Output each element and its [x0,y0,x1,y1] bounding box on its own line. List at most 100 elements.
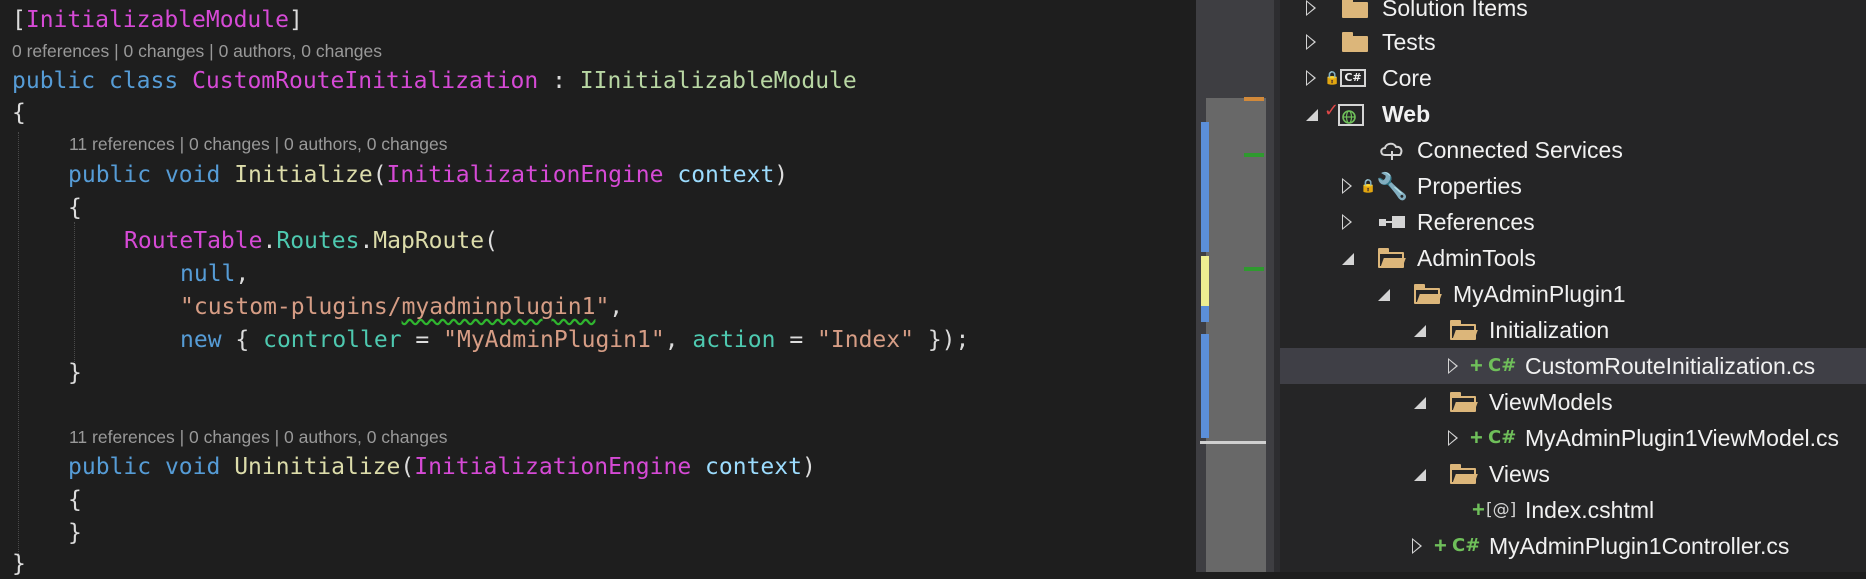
uninitialize-brace-close[interactable]: } [68,518,82,548]
solution-explorer[interactable]: Solution Items Tests 🔒 C# Core ✓ Web Con… [1280,0,1866,572]
added-indicator: + [1470,425,1483,450]
change-marker [1201,256,1209,306]
wrench-icon: 🔧 [1376,171,1409,201]
codelens-class[interactable]: 0 references | 0 changes | 0 authors, 0 … [12,39,382,63]
method-name: Initialize [234,162,373,188]
folder-icon [1342,0,1368,18]
open-folder-icon [1450,392,1478,412]
csharp-file-icon: C# [1452,535,1481,556]
csharp-file-icon: C# [1488,427,1517,448]
change-marker [1201,334,1209,438]
tree-item-label: Solution Items [1382,0,1528,21]
tree-item-label: Properties [1417,173,1522,199]
expand-arrow-icon[interactable] [1306,0,1316,16]
caret-position-marker [1200,441,1266,444]
collapse-arrow-icon[interactable] [1378,289,1390,301]
tree-item-label: Initialization [1489,317,1610,343]
green-marker [1244,153,1264,157]
maproute-call[interactable]: RouteTable.Routes.MapRoute( [124,226,498,256]
tree-item-label: References [1417,209,1535,235]
collapse-arrow-icon[interactable] [1414,397,1426,409]
tree-item-customrouteinitialization[interactable]: + C# CustomRouteInitialization.cs [1280,348,1866,384]
tree-item-viewmodels[interactable]: ViewModels [1280,384,1866,420]
tree-item-label: Core [1382,65,1432,91]
tree-item-solution-items[interactable]: Solution Items [1280,0,1866,26]
checkmark-icon: ✓ [1324,100,1340,120]
codelens-uninitialize[interactable]: 11 references | 0 changes | 0 authors, 0… [69,425,447,449]
codelens-initialize[interactable]: 11 references | 0 changes | 0 authors, 0… [69,132,447,156]
collapse-arrow-icon[interactable] [1306,109,1318,121]
added-indicator: + [1434,533,1447,558]
class-brace-open[interactable]: { [12,98,26,128]
razor-file-icon: [@] [1486,500,1517,520]
expand-arrow-icon[interactable] [1412,538,1422,554]
tree-item-references[interactable]: References [1280,204,1866,240]
tree-item-label: MyAdminPlugin1ViewModel.cs [1525,425,1840,451]
references-icon [1379,216,1405,228]
class-declaration[interactable]: public class CustomRouteInitialization :… [12,66,857,96]
web-project-icon [1338,104,1364,126]
tree-item-controller-file[interactable]: + C# MyAdminPlugin1Controller.cs [1280,528,1866,564]
arg-url[interactable]: "custom-plugins/myadminplugin1", [180,292,623,322]
lock-icon: 🔒 [1324,70,1341,85]
tree-item-label: Connected Services [1417,137,1623,163]
open-folder-icon [1414,284,1442,304]
tree-item-tests[interactable]: Tests [1280,24,1866,60]
spelling-squiggle: myadminplugin1 [401,294,596,320]
initialize-declaration[interactable]: public void Initialize(InitializationEng… [68,160,788,190]
attribute-name[interactable]: InitializableModule [26,7,289,33]
expand-arrow-icon[interactable] [1448,430,1458,446]
tree-item-label: ViewModels [1489,389,1613,415]
collapse-arrow-icon[interactable] [1342,253,1354,265]
added-indicator: + [1472,497,1485,522]
cloud-services-icon [1380,142,1403,160]
arg-null[interactable]: null, [180,259,249,289]
expand-arrow-icon[interactable] [1306,70,1316,86]
open-folder-icon [1450,464,1478,484]
expand-arrow-icon[interactable] [1306,34,1316,50]
base-interface: IInitializableModule [579,68,857,94]
expand-arrow-icon[interactable] [1342,214,1352,230]
tree-item-label: Web [1382,101,1431,127]
added-indicator: + [1470,353,1483,378]
tree-item-label: MyAdminPlugin1Controller.cs [1489,533,1790,559]
expand-arrow-icon[interactable] [1448,358,1458,374]
uninitialize-declaration[interactable]: public void Uninitialize(InitializationE… [68,452,816,482]
tree-item-label: MyAdminPlugin1 [1453,281,1626,307]
uninitialize-brace-open[interactable]: { [68,485,82,515]
open-folder-icon [1378,248,1406,268]
tree-item-label: CustomRouteInitialization.cs [1525,353,1816,379]
class-brace-close[interactable]: } [12,549,26,579]
attribute-line[interactable]: [InitializableModule] [12,5,303,35]
tree-item-views[interactable]: Views [1280,456,1866,492]
green-marker [1244,267,1264,271]
arg-defaults[interactable]: new { controller = "MyAdminPlugin1", act… [180,325,969,355]
indent-guide [18,132,19,562]
tree-item-core[interactable]: 🔒 C# Core [1280,60,1866,96]
scrollbar-thumb[interactable] [1206,98,1266,572]
folder-icon [1342,32,1368,52]
collapse-arrow-icon[interactable] [1414,325,1426,337]
tree-item-viewmodel-file[interactable]: + C# MyAdminPlugin1ViewModel.cs [1280,420,1866,456]
tree-item-web[interactable]: ✓ Web [1280,96,1866,132]
tree-item-label: AdminTools [1417,245,1536,271]
class-name: CustomRouteInitialization [192,68,539,94]
tree-item-initialization[interactable]: Initialization [1280,312,1866,348]
tree-item-index-cshtml[interactable]: + [@] Index.cshtml [1280,492,1866,528]
code-editor[interactable]: [InitializableModule] 0 references | 0 c… [0,0,1196,577]
open-folder-icon [1450,320,1478,340]
tree-item-label: Index.cshtml [1525,497,1655,523]
tree-item-properties[interactable]: 🔒 🔧 Properties [1280,168,1866,204]
tree-item-connected-services[interactable]: Connected Services [1280,132,1866,168]
change-marker [1201,122,1209,252]
expand-arrow-icon[interactable] [1342,178,1352,194]
initialize-brace-close[interactable]: } [68,358,82,388]
initialize-brace-open[interactable]: { [68,193,82,223]
lock-icon: 🔒 [1360,178,1377,193]
tree-item-admintools[interactable]: AdminTools [1280,240,1866,276]
change-marker [1201,306,1209,322]
collapse-arrow-icon[interactable] [1414,469,1426,481]
tree-item-myadminplugin1[interactable]: MyAdminPlugin1 [1280,276,1866,312]
tree-item-label: Views [1489,461,1550,487]
csharp-project-icon: C# [1340,69,1366,87]
